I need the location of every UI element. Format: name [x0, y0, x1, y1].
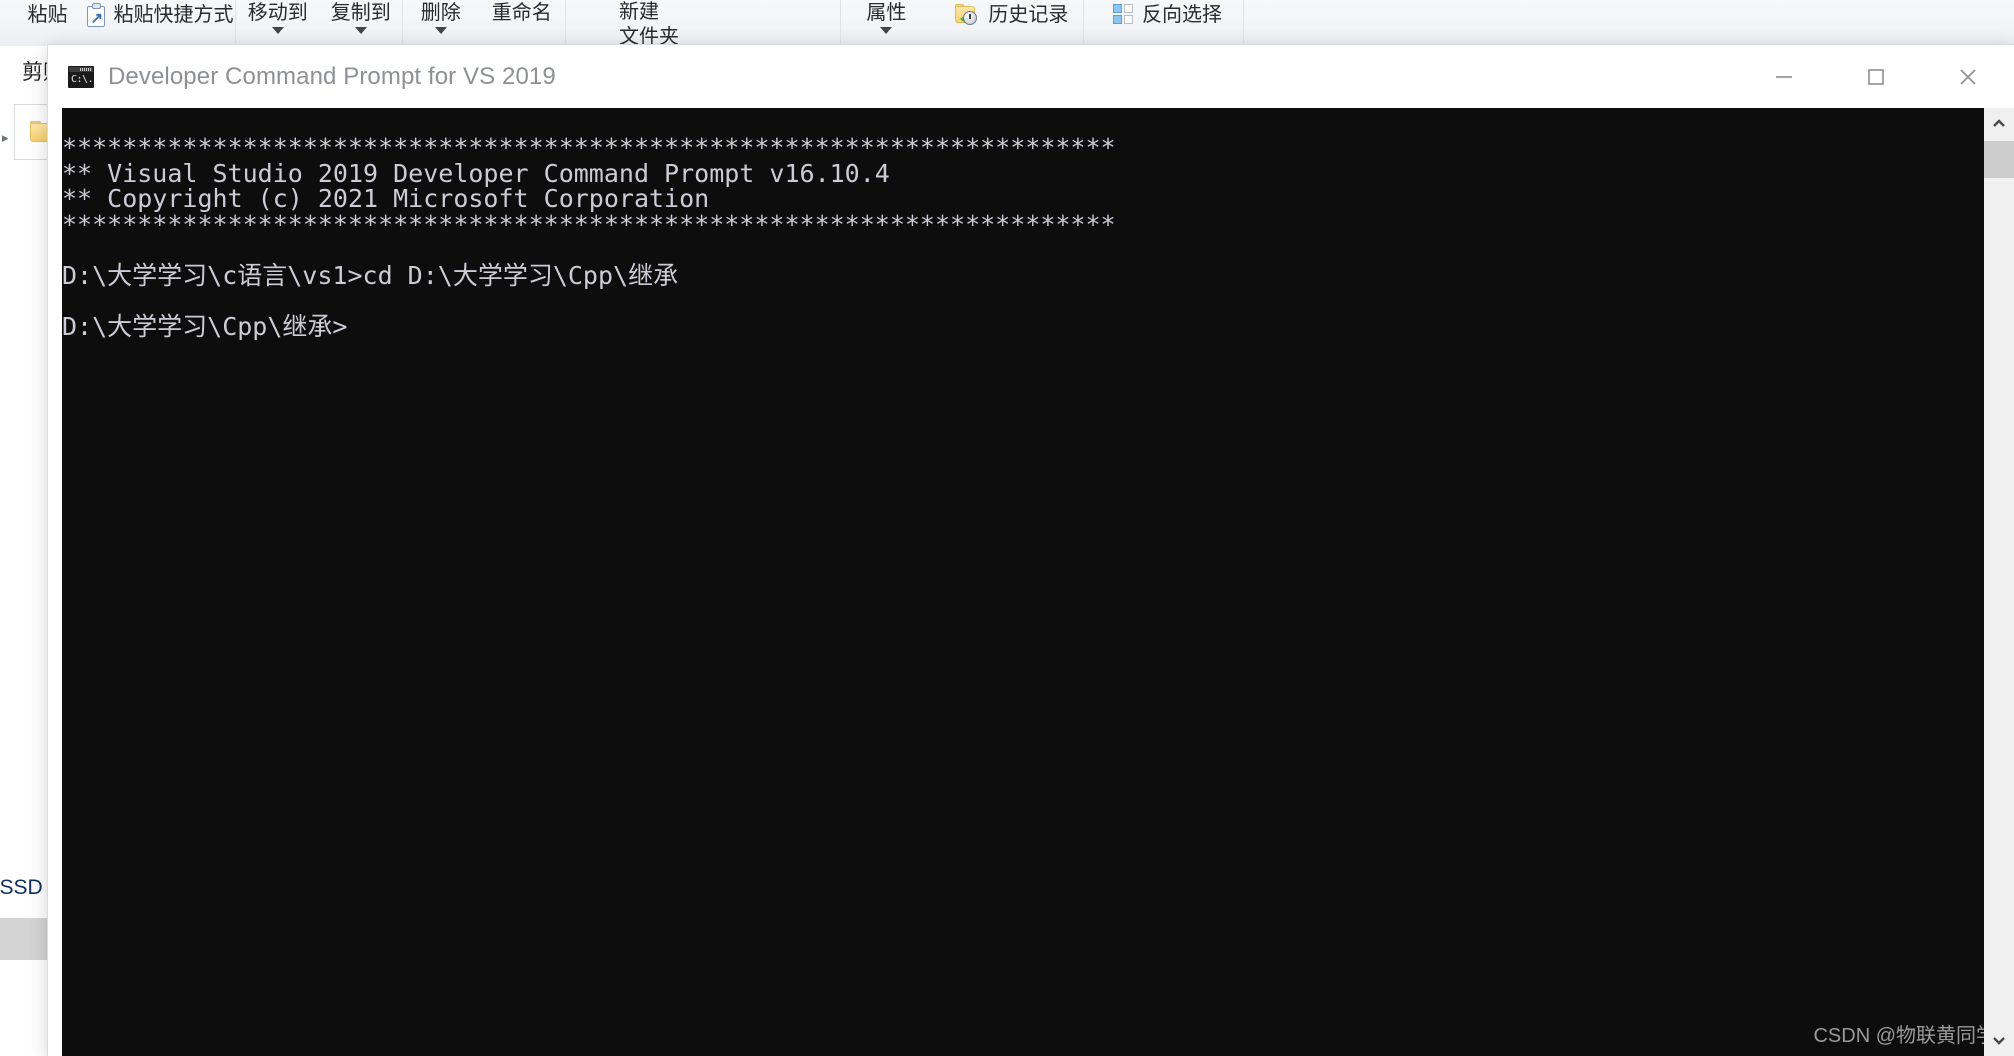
console-scrollbar[interactable] [1984, 108, 2014, 1056]
scrollbar-up-arrow-icon[interactable] [1984, 108, 2014, 140]
console-output-area[interactable]: ****************************************… [62, 108, 2014, 1056]
invert-selection-icon [1113, 4, 1135, 26]
window-title: Developer Command Prompt for VS 2019 [108, 62, 556, 90]
ribbon-group-select: 反向选择 [1084, 0, 1244, 46]
close-button[interactable] [1922, 45, 2014, 108]
history-button[interactable]: 历史记录 [917, 0, 1083, 46]
rename-button[interactable]: 重命名 [479, 0, 565, 46]
move-to-label: 移动到 [247, 2, 308, 24]
console-text: ****************************************… [62, 133, 1116, 342]
delete-label: 删除 [420, 2, 461, 24]
properties-button[interactable]: 属性 [841, 0, 917, 46]
window-controls [1738, 45, 2014, 108]
move-to-button[interactable]: 移动到 [236, 0, 320, 46]
paste-button[interactable]: 粘贴 [0, 0, 95, 46]
properties-label: 属性 [866, 2, 907, 24]
ribbon-group-organize: 移动到 复制到 [236, 0, 403, 46]
invert-selection-button[interactable]: 反向选择 [1084, 0, 1243, 46]
copy-to-label: 复制到 [330, 2, 391, 24]
scrollbar-thumb[interactable] [1984, 141, 2014, 178]
new-folder-label-line1: 新建 [619, 1, 659, 23]
tree-expander-icon[interactable]: ▸ [2, 130, 9, 146]
chevron-down-icon [434, 27, 447, 34]
ribbon-group-new: 新建 文件夹 [566, 0, 841, 48]
invert-selection-label: 反向选择 [1142, 4, 1222, 26]
rename-label: 重命名 [491, 2, 552, 24]
close-icon [1960, 68, 1976, 85]
maximize-icon [1868, 68, 1884, 85]
command-prompt-icon: C:\. [68, 65, 94, 88]
tree-item-partial-label[interactable]: s-SSD [0, 876, 43, 900]
scrollbar-down-arrow-icon[interactable] [1984, 1024, 2014, 1056]
developer-command-prompt-window: C:\. Developer Command Prompt for VS 201… [48, 45, 2014, 1056]
folder-history-icon [955, 4, 981, 26]
paste-label: 粘贴 [27, 4, 68, 26]
maximize-button[interactable] [1830, 45, 1922, 108]
clipboard-shortcut-icon: ↗ [86, 3, 107, 27]
paste-shortcut-button[interactable]: ↗ 粘贴快捷方式 [86, 0, 235, 46]
console-title-bar[interactable]: C:\. Developer Command Prompt for VS 201… [48, 45, 2014, 108]
delete-button[interactable]: 删除 [403, 0, 479, 46]
ribbon-group-delete-rename: 删除 重命名 [403, 0, 566, 46]
minimize-button[interactable] [1738, 45, 1830, 108]
ribbon-group-clipboard: 粘贴 ↗ 粘贴快捷方式 [0, 0, 236, 46]
chevron-down-icon [271, 27, 284, 34]
minimize-icon [1776, 75, 1792, 78]
ribbon-group-open: 属性 历史记录 [841, 0, 1084, 46]
new-folder-button[interactable]: 新建 文件夹 [566, 0, 840, 48]
csdn-watermark: CSDN @物联黄同学 [1813, 1025, 1996, 1047]
chevron-down-icon [880, 27, 893, 34]
copy-to-button[interactable]: 复制到 [320, 0, 403, 46]
explorer-ribbon: 粘贴 ↗ 粘贴快捷方式 移动到 复制到 删除 重命名 新建 文件夹 属性 历史记… [0, 0, 2014, 48]
history-label: 历史记录 [988, 4, 1069, 26]
paste-shortcut-label: 粘贴快捷方式 [113, 4, 234, 26]
chevron-down-icon [354, 27, 367, 34]
ribbon-filler [1244, 0, 2014, 46]
